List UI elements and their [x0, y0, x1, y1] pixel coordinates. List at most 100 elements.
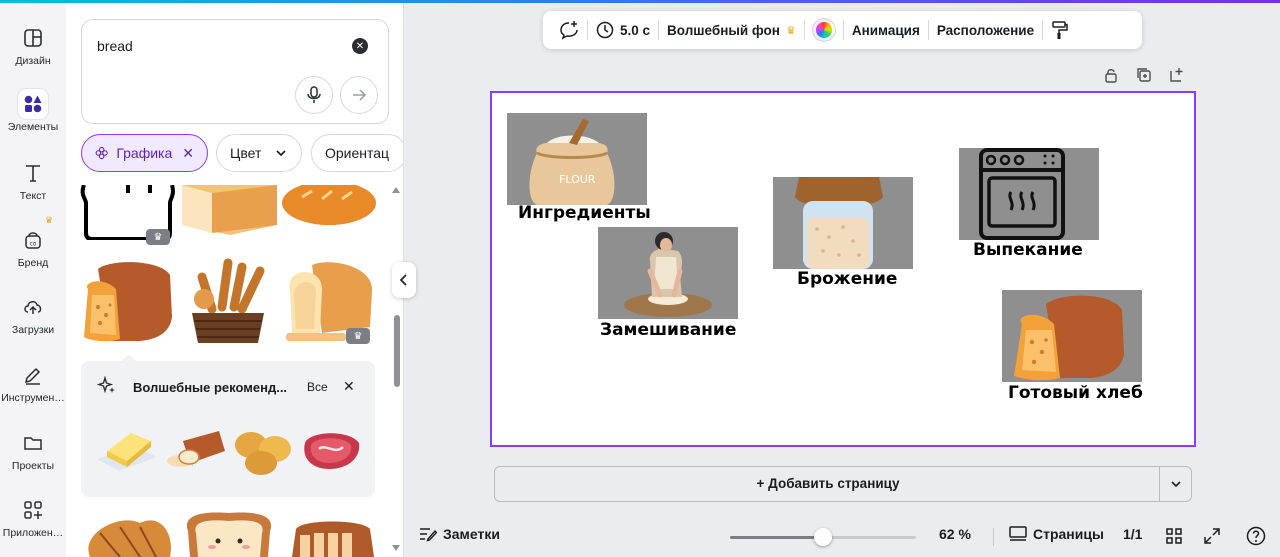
ready-bread-image[interactable] — [1002, 290, 1142, 382]
add-page-dropdown[interactable] — [1159, 467, 1191, 501]
cloud-upload-icon — [18, 292, 48, 322]
layout-icon — [18, 23, 48, 53]
design-page[interactable]: FLOUR Ингредиенты Замешивание Брожение В… — [490, 91, 1196, 447]
zoom-slider-knob[interactable] — [814, 528, 832, 546]
bread-basket-2-graphic[interactable] — [80, 513, 175, 557]
pages-button[interactable]: Страницы — [1009, 526, 1104, 542]
pages-label: Страницы — [1033, 526, 1104, 542]
scroll-up-arrow[interactable] — [392, 187, 400, 193]
apps-icon — [18, 495, 48, 525]
magic-background-button[interactable]: Волшебный фон ♛ — [659, 11, 804, 49]
potatoes-graphic[interactable] — [231, 427, 295, 477]
comment-button[interactable] — [551, 11, 587, 49]
premium-badge: ♛ — [346, 328, 370, 344]
rail-item-elements[interactable]: Элементы — [0, 89, 66, 133]
rail-label: Инструмен… — [1, 392, 65, 404]
baguette-graphic[interactable] — [282, 185, 377, 227]
filter-chip-color[interactable]: Цвет — [216, 134, 302, 172]
brown-bread-graphic[interactable] — [80, 261, 175, 345]
bread-loaf-graphic[interactable] — [182, 185, 277, 237]
step-label-ingredients[interactable]: Ингредиенты — [518, 203, 651, 223]
position-button[interactable]: Расположение — [929, 11, 1042, 49]
clear-search-button[interactable]: ✕ — [352, 38, 368, 54]
duplicate-page-icon[interactable] — [1136, 67, 1152, 83]
step-label-baking[interactable]: Выпекание — [973, 240, 1083, 260]
steak-graphic[interactable] — [299, 429, 363, 475]
rail-item-brand[interactable]: ♛ co Бренд — [0, 215, 66, 269]
text-icon — [18, 158, 48, 188]
chevron-down-icon — [276, 150, 286, 157]
pen-tool-icon — [18, 360, 48, 390]
bottom-divider — [993, 528, 994, 546]
help-icon — [1246, 526, 1266, 546]
filter-chip-graphics[interactable]: Графика ✕ — [81, 134, 208, 172]
svg-text:co: co — [30, 241, 37, 248]
grid-view-icon — [1166, 528, 1182, 544]
rail-item-uploads[interactable]: Загрузки — [0, 292, 66, 336]
rail-label: Загрузки — [11, 324, 55, 336]
filter-chip-orientation[interactable]: Ориентац — [311, 134, 403, 172]
rail-label: Элементы — [7, 121, 59, 133]
rail-label: Приложен… — [2, 527, 64, 539]
flour-sack-image[interactable]: FLOUR — [507, 113, 647, 205]
see-all-link[interactable]: Все — [307, 380, 328, 394]
expand-icon — [1204, 528, 1220, 544]
oven-image[interactable] — [959, 148, 1099, 240]
rail-item-design[interactable]: Дизайн — [0, 23, 66, 67]
notes-button[interactable]: Заметки — [419, 526, 500, 542]
rail-item-text[interactable]: Текст — [0, 158, 66, 202]
step-label-ready-bread[interactable]: Готовый хлеб — [1008, 383, 1143, 403]
butter-graphic[interactable] — [95, 423, 159, 475]
duration-button[interactable]: 5.0 с — [588, 11, 658, 49]
remove-filter-icon[interactable]: ✕ — [182, 145, 194, 162]
rail-item-projects[interactable]: Проекты — [0, 428, 66, 472]
microphone-button[interactable] — [295, 76, 333, 114]
fullscreen-button[interactable] — [1204, 528, 1220, 544]
copy-style-button[interactable] — [1043, 11, 1077, 49]
kneading-image[interactable] — [598, 227, 738, 319]
paint-roller-icon — [1052, 21, 1068, 39]
step-label-fermentation[interactable]: Брожение — [797, 269, 897, 289]
scroll-down-arrow[interactable] — [392, 545, 400, 551]
rail-label: Текст — [19, 190, 47, 202]
collapse-panel-button[interactable] — [392, 262, 416, 298]
animation-button[interactable]: Анимация — [844, 11, 928, 49]
duration-label: 5.0 с — [620, 22, 651, 38]
crown-icon: ♛ — [45, 215, 54, 225]
scrollbar-thumb[interactable] — [394, 315, 400, 387]
step-label-kneading[interactable]: Замешивание — [600, 320, 736, 340]
left-rail: Дизайн Элементы Текст ♛ co Бренд Загрузк… — [0, 3, 66, 557]
position-label: Расположение — [936, 22, 1035, 38]
search-input[interactable]: bread — [97, 38, 133, 54]
filter-chip-label: Графика — [116, 145, 173, 161]
grid-view-button[interactable] — [1166, 528, 1182, 544]
fermentation-jar-image[interactable] — [773, 177, 913, 269]
add-page-button[interactable]: + Добавить страницу — [495, 467, 1161, 501]
lock-icon[interactable] — [1103, 67, 1119, 83]
page-count: 1/1 — [1123, 526, 1143, 542]
filter-chip-label: Цвет — [230, 145, 262, 161]
rail-label: Проекты — [11, 460, 55, 472]
microphone-icon — [307, 86, 321, 103]
add-page-icon[interactable] — [1169, 67, 1185, 83]
elements-panel: bread ✕ Графика ✕ Цвет Ориентац ♛ ♛ Волш… — [66, 3, 404, 557]
color-button[interactable] — [805, 11, 843, 49]
rail-item-tools[interactable]: Инструмен… — [0, 360, 66, 404]
animation-label: Анимация — [851, 22, 920, 38]
sparkle-icon — [97, 376, 115, 394]
loaf-graphic[interactable] — [163, 427, 227, 473]
rail-item-apps[interactable]: Приложен… — [0, 495, 66, 539]
search-box[interactable]: bread ✕ — [81, 19, 389, 124]
magic-title: Волшебные рекоменд... — [133, 380, 288, 395]
cute-toast-graphic[interactable] — [182, 511, 277, 557]
zoom-level[interactable]: 62 % — [939, 526, 971, 542]
submit-search-button[interactable] — [340, 76, 378, 114]
sliced-loaf-graphic[interactable] — [282, 519, 377, 557]
arrow-right-icon — [353, 89, 367, 101]
comment-add-icon — [560, 21, 578, 40]
close-icon[interactable]: ✕ — [343, 378, 355, 395]
add-page-bar: + Добавить страницу — [494, 466, 1192, 502]
bread-basket-graphic[interactable] — [182, 257, 277, 347]
chevron-down-icon — [1170, 481, 1181, 488]
help-button[interactable] — [1246, 526, 1266, 546]
